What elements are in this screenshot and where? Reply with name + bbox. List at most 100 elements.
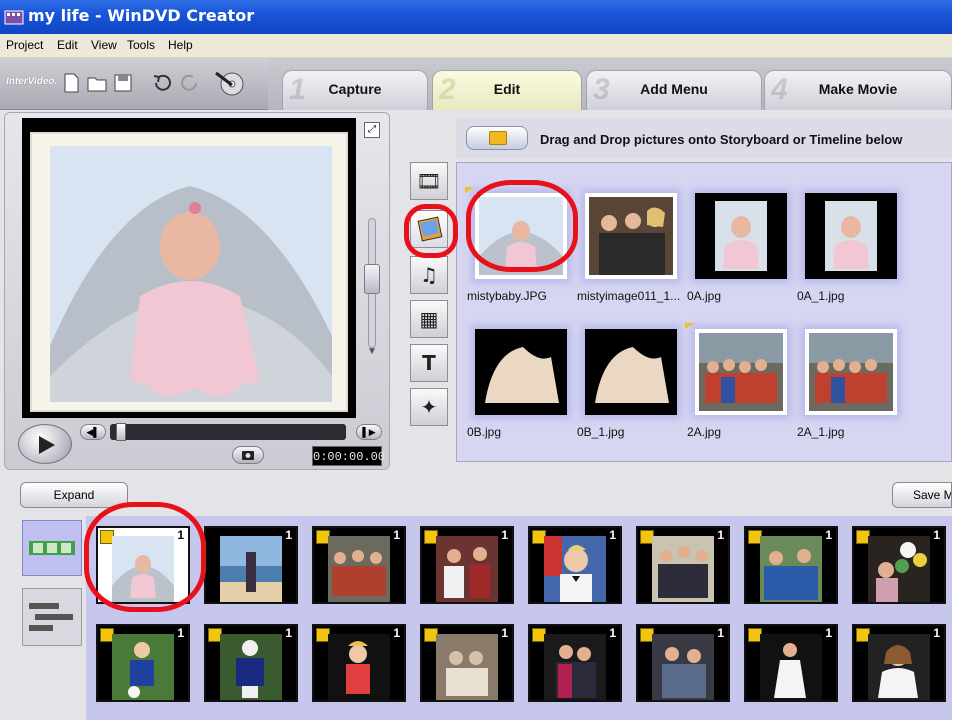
clip-number: 1 <box>501 528 508 542</box>
annotation-circle-library <box>466 180 578 272</box>
storyboard-mode-button[interactable] <box>22 520 82 576</box>
tab-make-movie[interactable]: 4 Make Movie <box>764 70 952 110</box>
preview-monitor <box>22 118 356 418</box>
used-flag-icon <box>465 187 475 193</box>
storyboard-clip[interactable]: 1 <box>636 526 730 604</box>
thumbnail <box>475 329 567 415</box>
menu-project[interactable]: Project <box>6 38 43 52</box>
volume-slider-knob[interactable] <box>364 264 380 294</box>
step-tabs: 1 Capture 2 Edit 3 Add Menu 4 Make Movie <box>268 58 952 110</box>
storyboard-clip[interactable]: 1 <box>852 624 946 702</box>
kids-group-photo-thumbnail <box>699 333 783 411</box>
effects-icon: ✦ <box>420 395 438 419</box>
storyboard-clip[interactable]: 1 <box>636 624 730 702</box>
tab-capture[interactable]: 1 Capture <box>282 70 428 110</box>
storyboard-clip[interactable]: 1 <box>204 526 298 604</box>
library-item-label: 0A.jpg <box>687 289 722 303</box>
library-item-label: mistyimage011_1... <box>577 289 681 303</box>
storyboard-icon <box>29 541 75 555</box>
storyboard-clip[interactable]: 1 <box>420 624 514 702</box>
dress-photo-clip <box>760 634 822 700</box>
clip-number: 1 <box>609 528 616 542</box>
library-item-label: 2A_1.jpg <box>797 425 845 439</box>
thumbnail <box>585 329 677 415</box>
menu-edit[interactable]: Edit <box>57 38 78 52</box>
storyboard-clip[interactable]: 1 <box>744 526 838 604</box>
storyboard-clip[interactable]: 1 <box>420 526 514 604</box>
family-photo-clip <box>652 536 714 602</box>
storyboard-clip[interactable]: 1 <box>528 526 622 604</box>
previous-frame-button[interactable]: ◀▌ <box>80 424 106 440</box>
storyboard-clip[interactable]: 1 <box>96 624 190 702</box>
clip-number: 1 <box>717 626 724 640</box>
tab-audio[interactable]: ♫ <box>410 256 448 294</box>
family-photo-clip <box>328 536 390 602</box>
brand-logo: InterVideo. <box>6 76 58 87</box>
thumbnail <box>585 193 677 279</box>
seek-handle[interactable] <box>116 423 126 441</box>
tab-label: Edit <box>493 81 521 97</box>
tab-titles[interactable]: T <box>410 344 448 382</box>
undo-icon[interactable] <box>152 72 174 94</box>
tab-label: Capture <box>328 81 382 97</box>
save-movie-button[interactable]: Save M <box>892 482 952 508</box>
clip-number: 1 <box>825 626 832 640</box>
thumbnail <box>695 329 787 415</box>
clip-number: 1 <box>825 528 832 542</box>
library-item-label: 2A.jpg <box>687 425 722 439</box>
girl-portrait-clip <box>868 634 930 700</box>
baby-photo-preview <box>50 146 332 402</box>
annotation-circle-pictures-tab <box>404 204 458 258</box>
play-button[interactable] <box>18 424 72 464</box>
expand-button[interactable]: Expand <box>20 482 128 508</box>
fullscreen-button[interactable]: ⤢ <box>364 122 380 138</box>
volume-down-icon: ▼ <box>367 346 377 357</box>
tab-label: Make Movie <box>818 81 898 97</box>
balloons-photo-clip <box>868 536 930 602</box>
cutout-photo-thumbnail <box>479 333 563 411</box>
library-item-label: 0A_1.jpg <box>797 289 845 303</box>
tab-transitions[interactable]: ▦ <box>410 300 448 338</box>
clip-number: 1 <box>717 528 724 542</box>
menu-bar: Project Edit View Tools Help <box>0 34 952 58</box>
menu-help[interactable]: Help <box>168 38 193 52</box>
open-folder-icon[interactable] <box>86 72 108 94</box>
library-hint: Drag and Drop pictures onto Storyboard o… <box>540 132 903 147</box>
browse-folder-button[interactable] <box>466 126 528 150</box>
menu-view[interactable]: View <box>91 38 117 52</box>
baby-photo-thumbnail <box>809 197 893 275</box>
disc-burn-icon[interactable] <box>212 69 250 97</box>
clip-number: 1 <box>177 626 184 640</box>
storyboard-clip[interactable]: 1 <box>312 624 406 702</box>
storyboard-clip[interactable]: 1 <box>528 624 622 702</box>
thumbnail <box>805 329 897 415</box>
tab-video[interactable]: 🎞 <box>410 162 448 200</box>
baby-photo-thumbnail <box>699 197 783 275</box>
tab-edit[interactable]: 2 Edit <box>432 70 582 110</box>
tab-effects[interactable]: ✦ <box>410 388 448 426</box>
app-icon <box>4 10 24 25</box>
storyboard-clip[interactable]: 1 <box>852 526 946 604</box>
folder-icon <box>489 131 507 145</box>
clip-number: 1 <box>609 626 616 640</box>
storyboard-clip[interactable]: 1 <box>204 624 298 702</box>
new-file-icon[interactable] <box>60 72 82 94</box>
team-photo-clip <box>760 536 822 602</box>
timeline-mode-button[interactable] <box>22 588 82 646</box>
tab-add-menu[interactable]: 3 Add Menu <box>586 70 762 110</box>
used-flag-icon <box>685 323 695 329</box>
storyboard-clip[interactable]: 1 <box>312 526 406 604</box>
play-icon <box>39 436 55 454</box>
storyboard-clip[interactable]: 1 <box>744 624 838 702</box>
text-title-icon: T <box>422 351 436 375</box>
thumbnail <box>805 193 897 279</box>
group-photo-thumbnail <box>589 197 673 275</box>
next-frame-button[interactable]: ▌▶ <box>356 424 382 440</box>
menu-tools[interactable]: Tools <box>127 38 155 52</box>
snapshot-button[interactable] <box>232 446 264 464</box>
redo-icon[interactable] <box>178 72 200 94</box>
seek-bar[interactable] <box>110 424 346 440</box>
football-player-photo-clip <box>220 634 282 700</box>
timecode-display: 0:00:00.00 <box>312 446 385 466</box>
save-icon[interactable] <box>112 72 134 94</box>
